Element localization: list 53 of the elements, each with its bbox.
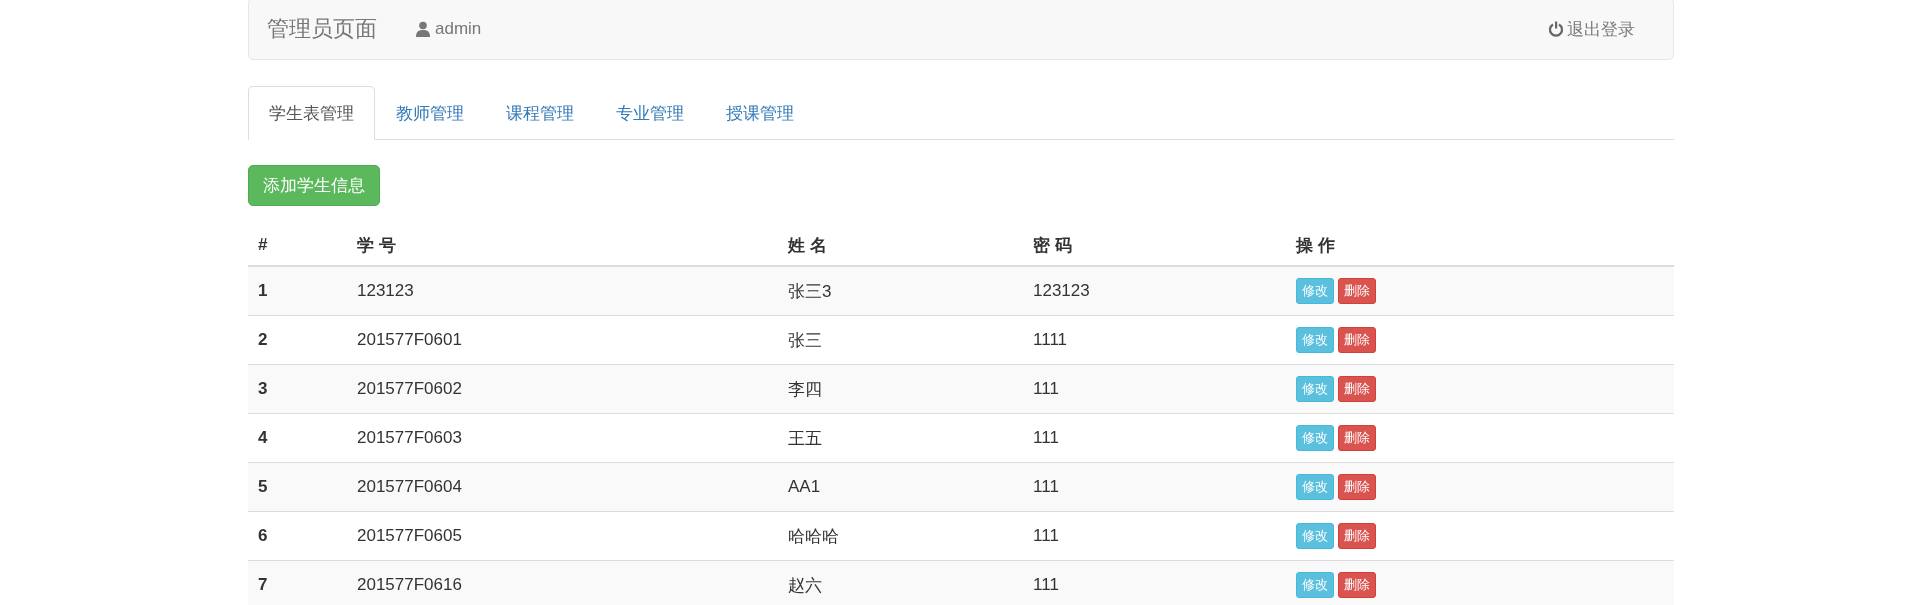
delete-button[interactable]: 删除 xyxy=(1338,523,1376,549)
row-number: 2 xyxy=(248,315,347,365)
tab[interactable]: 学生表管理 xyxy=(248,86,375,140)
table-cell: 111 xyxy=(1023,413,1286,463)
row-number: 4 xyxy=(248,413,347,463)
add-student-button[interactable]: 添加学生信息 xyxy=(248,165,380,206)
table-cell: 123123 xyxy=(347,266,778,316)
brand-link[interactable]: 管理员页面 xyxy=(267,14,377,44)
edit-button[interactable]: 修改 xyxy=(1296,523,1334,549)
delete-button[interactable]: 删除 xyxy=(1338,425,1376,451)
row-number: 5 xyxy=(248,462,347,512)
edit-button[interactable]: 修改 xyxy=(1296,278,1334,304)
edit-button[interactable]: 修改 xyxy=(1296,376,1334,402)
delete-button[interactable]: 删除 xyxy=(1338,376,1376,402)
row-number: 3 xyxy=(248,364,347,414)
table-cell: 201577F0603 xyxy=(347,413,778,463)
table-cell: 张三3 xyxy=(778,266,1023,316)
table-cell: 201577F0605 xyxy=(347,511,778,561)
table-cell: 111 xyxy=(1023,462,1286,512)
table-cell: 111 xyxy=(1023,560,1286,605)
delete-button[interactable]: 删除 xyxy=(1338,278,1376,304)
table-cell: 哈哈哈 xyxy=(778,511,1023,561)
tab[interactable]: 课程管理 xyxy=(485,86,595,140)
table-cell: 201577F0602 xyxy=(347,364,778,414)
edit-button[interactable]: 修改 xyxy=(1296,425,1334,451)
tab[interactable]: 教师管理 xyxy=(375,86,485,140)
table-cell: AA1 xyxy=(778,462,1023,512)
delete-button[interactable]: 删除 xyxy=(1338,572,1376,598)
power-icon xyxy=(1548,21,1564,37)
user-name: admin xyxy=(435,19,482,39)
table-cell: 赵六 xyxy=(778,560,1023,605)
delete-button[interactable]: 删除 xyxy=(1338,327,1376,353)
table-cell: 123123 xyxy=(1023,266,1286,316)
table-cell: 201577F0616 xyxy=(347,560,778,605)
row-number: 6 xyxy=(248,511,347,561)
edit-button[interactable]: 修改 xyxy=(1296,474,1334,500)
row-number: 7 xyxy=(248,560,347,605)
table-cell: 201577F0601 xyxy=(347,315,778,365)
table-cell: 201577F0604 xyxy=(347,462,778,512)
table-cell: 1111 xyxy=(1023,315,1286,365)
tab[interactable]: 授课管理 xyxy=(705,86,815,140)
table-cell: 111 xyxy=(1023,511,1286,561)
edit-button[interactable]: 修改 xyxy=(1296,327,1334,353)
tab[interactable]: 专业管理 xyxy=(595,86,705,140)
row-number: 1 xyxy=(248,266,347,316)
table-cell: 张三 xyxy=(778,315,1023,365)
table-cell: 李四 xyxy=(778,364,1023,414)
logout-link[interactable]: 退出登录 xyxy=(1548,17,1635,41)
delete-button[interactable]: 删除 xyxy=(1338,474,1376,500)
edit-button[interactable]: 修改 xyxy=(1296,572,1334,598)
table-cell: 111 xyxy=(1023,364,1286,414)
table-cell: 王五 xyxy=(778,413,1023,463)
user-icon xyxy=(415,21,431,37)
